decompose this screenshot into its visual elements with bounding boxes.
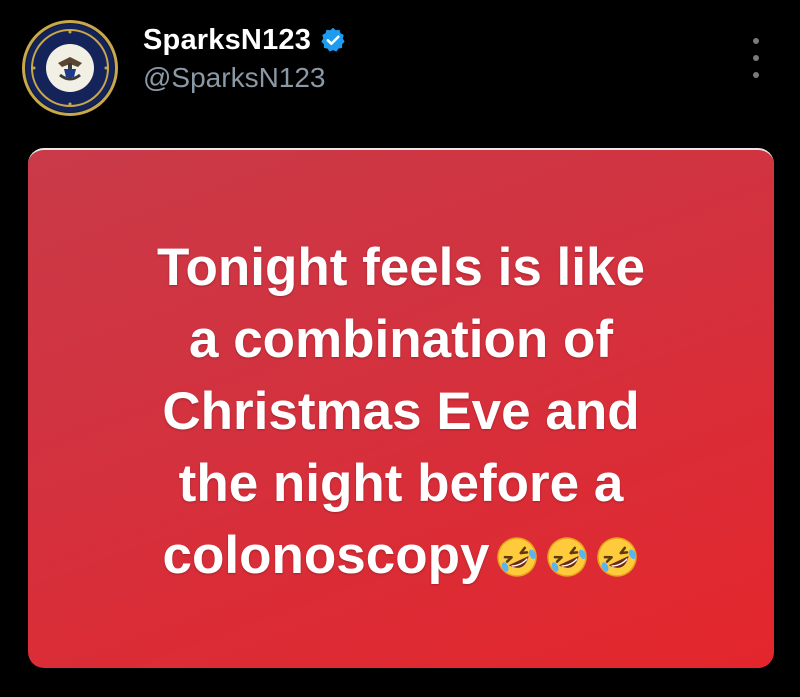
more-options-icon[interactable] — [746, 38, 766, 78]
author-name-row: SparksN123 — [143, 22, 347, 58]
card-line-2: a combination of — [189, 310, 613, 369]
card-text: Tonight feels is like a combination of C… — [68, 232, 734, 592]
rolling-laughing-emoji-icon — [595, 526, 639, 577]
avatar[interactable] — [22, 20, 118, 116]
tweet-image-card[interactable]: Tonight feels is like a combination of C… — [28, 148, 774, 668]
card-line-5: colonoscopy — [162, 526, 490, 585]
author-handle[interactable]: @SparksN123 — [143, 62, 326, 94]
verified-badge-icon — [319, 26, 347, 54]
card-line-1: Tonight feels is like — [157, 238, 645, 297]
more-dot-2 — [753, 55, 759, 61]
card-line-4: the night before a — [178, 454, 624, 513]
tweet-header: SparksN123 @SparksN123 — [0, 0, 800, 130]
rolling-laughing-emoji-icon — [495, 526, 539, 577]
author-display-name[interactable]: SparksN123 — [143, 24, 311, 57]
card-line-3: Christmas Eve and — [162, 382, 640, 441]
navy-seal-logo-icon — [26, 24, 114, 112]
card-line-5-wrap: colonoscopy — [68, 520, 734, 592]
more-dot-3 — [753, 72, 759, 78]
tweet-view: SparksN123 @SparksN123 Tonight feels is … — [0, 0, 800, 697]
rolling-laughing-emoji-icon — [545, 526, 589, 577]
more-dot-1 — [753, 38, 759, 44]
